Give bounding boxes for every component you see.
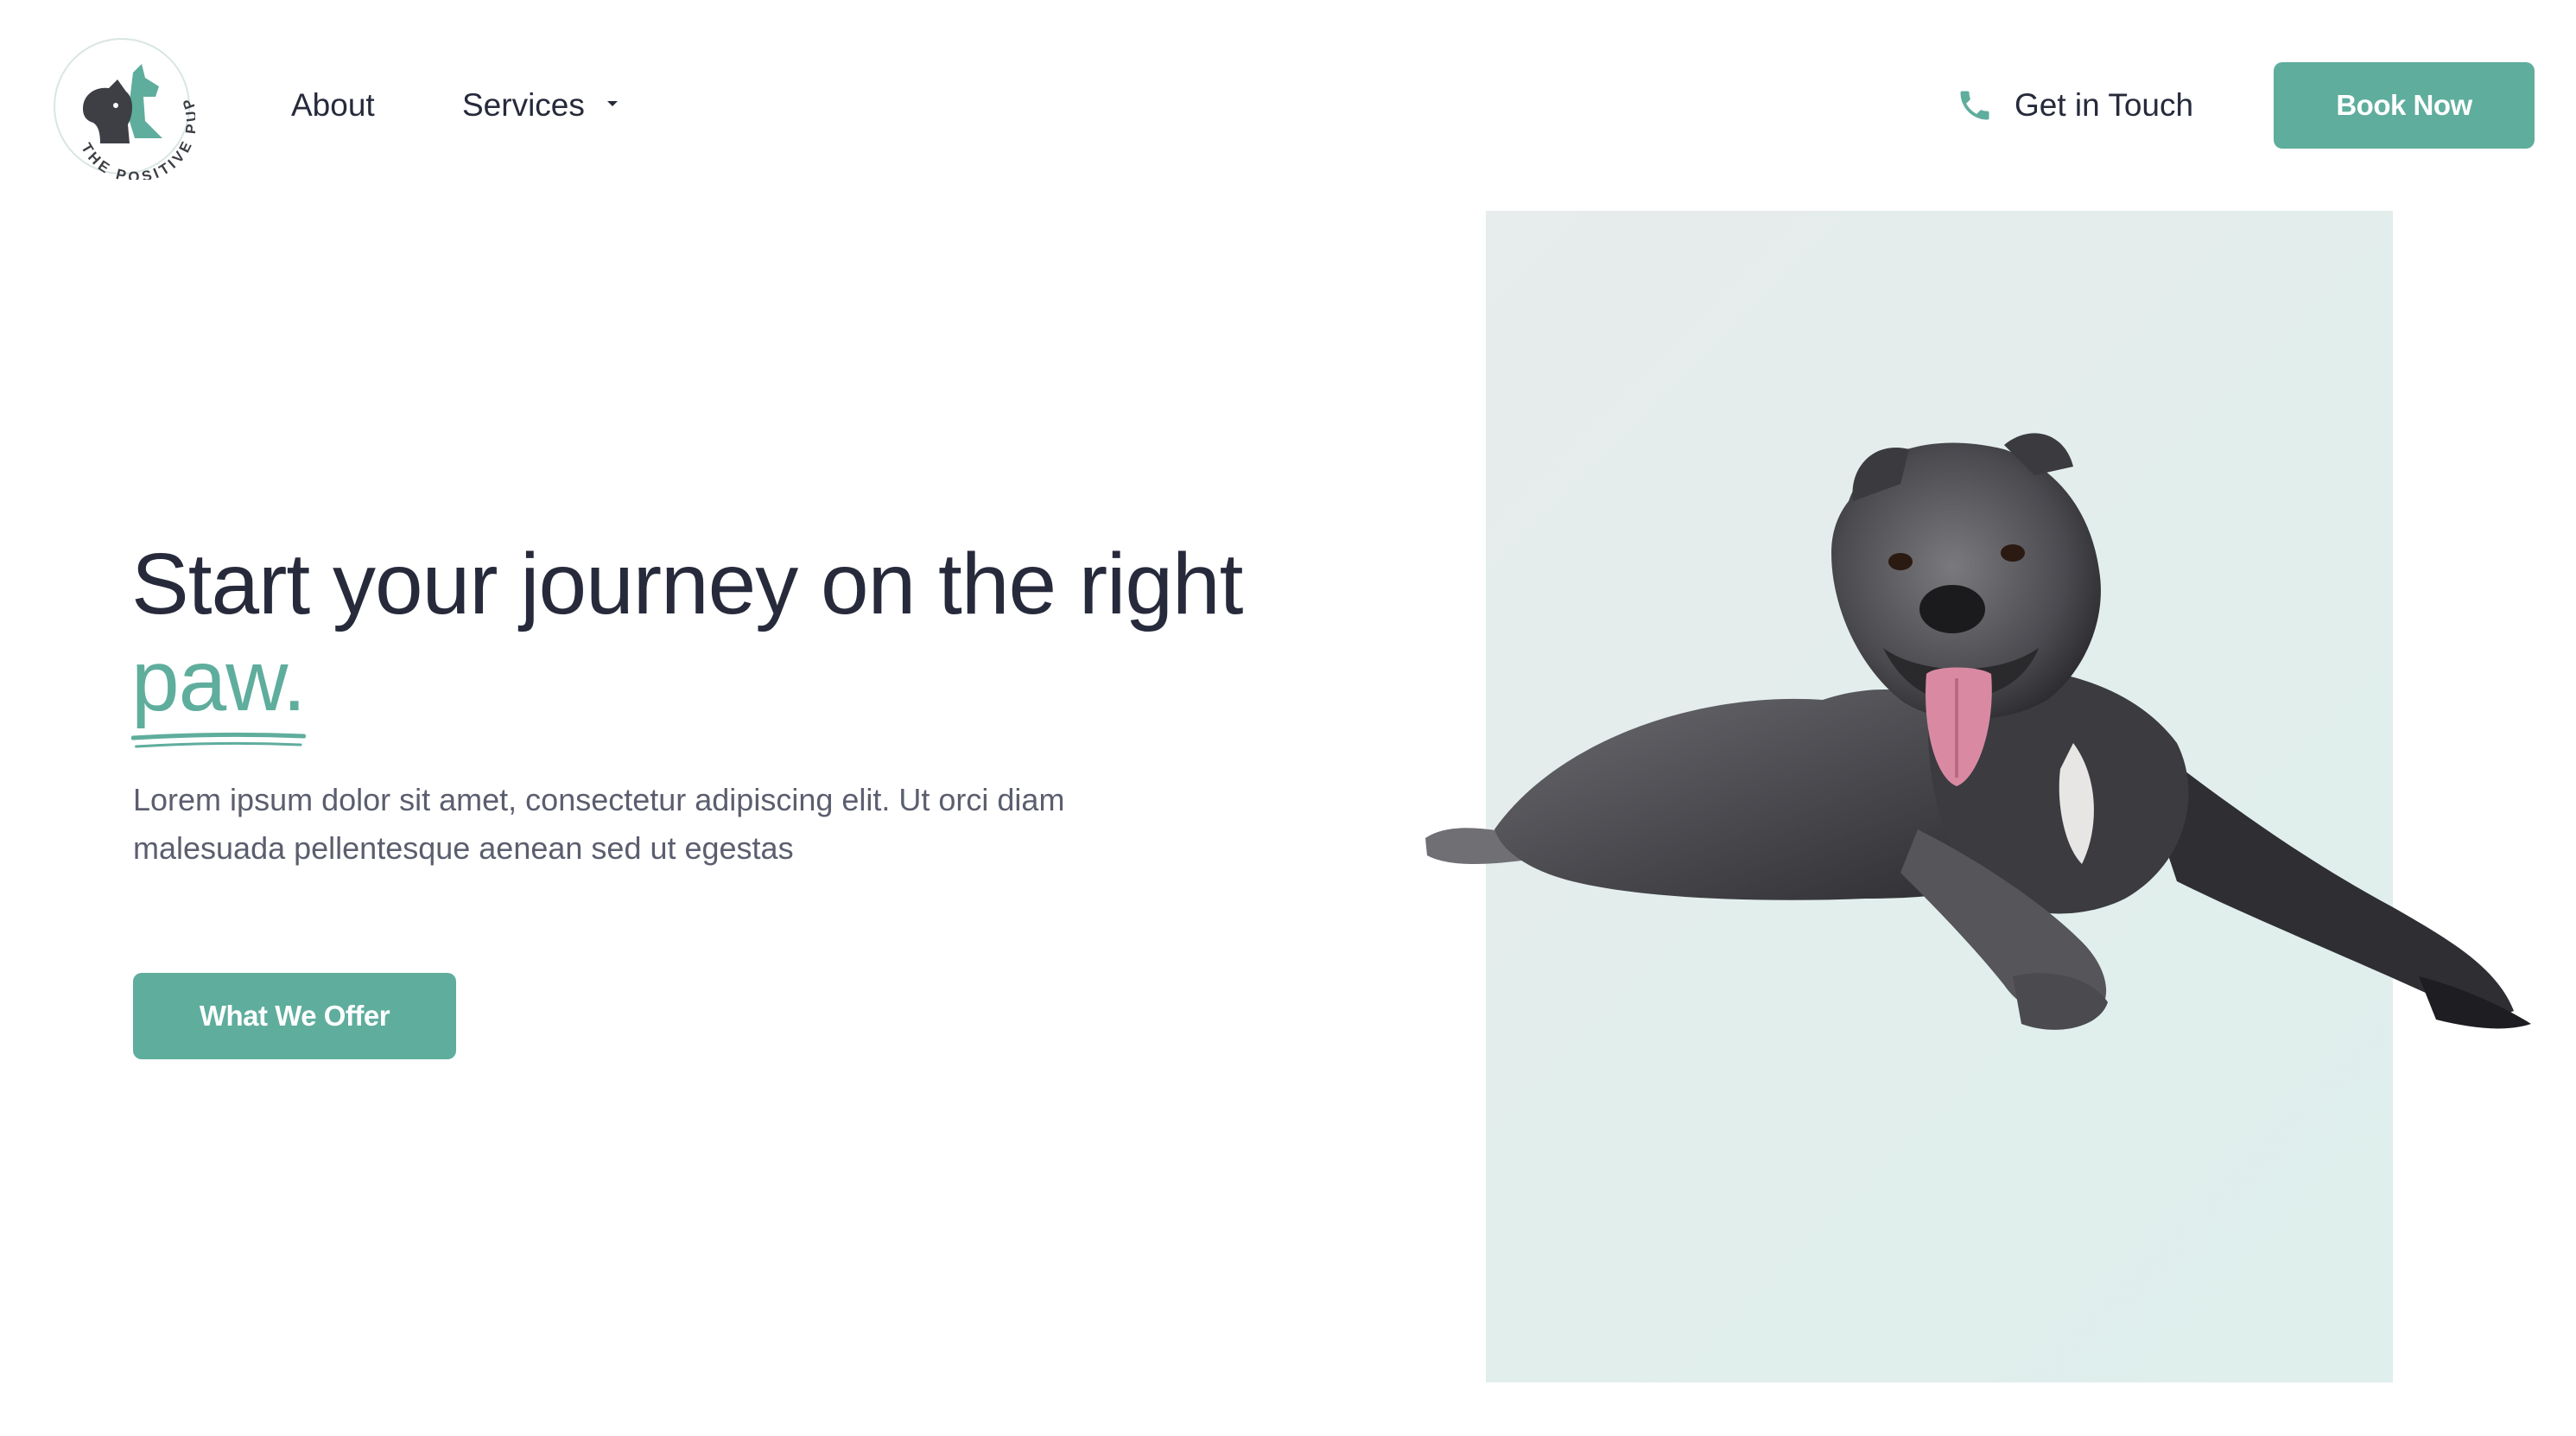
book-now-button[interactable]: Book Now — [2274, 62, 2535, 149]
phone-icon — [1960, 91, 1989, 120]
hero-headline: Start your journey on the right paw. — [131, 536, 1254, 748]
get-in-touch-label: Get in Touch — [2014, 87, 2194, 123]
nav-services-label: Services — [462, 87, 585, 123]
hero-headline-text: Start your journey on the right — [131, 536, 1243, 632]
what-we-offer-button[interactable]: What We Offer — [133, 973, 456, 1059]
dog-photo — [1425, 433, 2531, 1030]
chevron-down-icon — [606, 101, 618, 106]
hero-headline-accent-text: paw. — [131, 632, 307, 729]
landing-page: THE POSITIVE PUP About Services Get in T… — [0, 0, 2576, 1436]
brush-underline — [131, 732, 306, 748]
logo[interactable]: THE POSITIVE PUP — [48, 33, 197, 185]
hero-headline-accent: paw. — [131, 632, 307, 748]
hero-description: Lorem ipsum dolor sit amet, consectetur … — [133, 782, 1065, 866]
get-in-touch-link[interactable]: Get in Touch — [1956, 83, 2193, 128]
nav-services-link[interactable]: Services — [462, 83, 618, 128]
nav-about-link[interactable]: About — [291, 83, 375, 128]
